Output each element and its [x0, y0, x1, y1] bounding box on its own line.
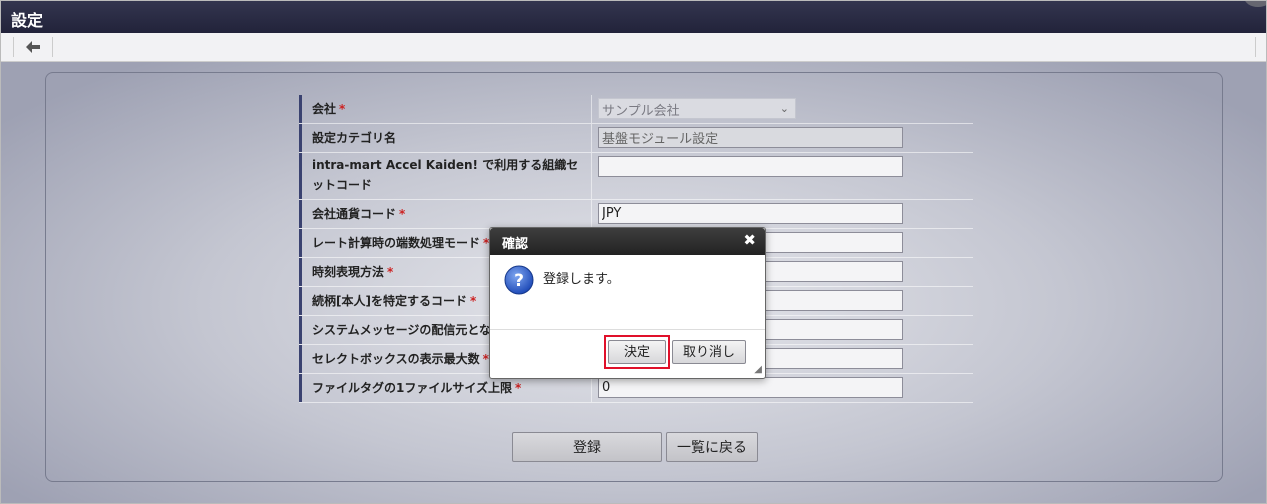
form-row: 会社通貨コード *	[299, 200, 973, 229]
dialog-message: 登録します。	[543, 272, 620, 287]
register-button[interactable]: 登録	[512, 432, 662, 462]
field-input[interactable]	[598, 377, 903, 398]
dialog-header[interactable]: 確認 ✖	[490, 228, 765, 255]
field-value-cell	[591, 124, 973, 152]
field-label-text: 設定カテゴリ名	[312, 131, 397, 145]
svg-text:?: ?	[514, 271, 524, 291]
required-marker: *	[469, 294, 477, 308]
select-value: サンプル会社	[602, 104, 680, 119]
page-title: 設定	[11, 11, 44, 30]
close-icon[interactable]: ✖	[743, 231, 756, 249]
field-label: 会社 *	[299, 95, 591, 123]
resize-grip-icon[interactable]: ◢	[754, 364, 762, 375]
window: 設定 会社*サンプル会社⌄設定カテゴリ名intra-mart Accel Kai…	[0, 0, 1267, 504]
required-marker: *	[399, 207, 406, 221]
arrow-left-icon	[26, 41, 40, 53]
required-marker: *	[339, 102, 346, 116]
dialog-title: 確認	[502, 237, 529, 252]
back-button[interactable]	[13, 37, 53, 57]
field-label-text: システムメッセージの配信元となる	[312, 323, 504, 337]
corner-decoration	[1244, 1, 1266, 7]
field-value-cell	[591, 200, 973, 228]
dialog-footer: 決定 取り消し ◢	[490, 330, 765, 378]
field-label-text: 時刻表現方法	[312, 265, 385, 279]
question-icon: ?	[504, 265, 534, 295]
field-label-text: レート計算時の端数処理モード	[312, 236, 481, 250]
chevron-down-icon: ⌄	[779, 102, 789, 115]
field-value-cell: サンプル会社 ⌄	[591, 95, 973, 123]
confirm-dialog: 確認 ✖ ? 登録します。 決定 取り消し ◢	[489, 227, 766, 379]
field-label-text: 続柄[本人]を特定するコード	[312, 294, 467, 308]
toolbar-divider	[1255, 37, 1256, 57]
field-input[interactable]	[598, 127, 903, 148]
field-label-text: セレクトボックスの表示最大数	[312, 352, 480, 366]
back-to-list-button[interactable]: 一覧に戻る	[666, 432, 758, 462]
company-select[interactable]: サンプル会社 ⌄	[598, 98, 796, 119]
field-value-cell	[591, 153, 973, 199]
title-bar: 設定	[1, 1, 1266, 33]
form-row: 設定カテゴリ名	[299, 124, 973, 153]
field-label-text: intra-mart Accel Kaiden! で利用する組織セットコード	[312, 158, 579, 192]
toolbar	[1, 33, 1266, 62]
required-marker: *	[387, 265, 394, 279]
field-label: intra-mart Accel Kaiden! で利用する組織セットコード	[299, 153, 591, 199]
dialog-body: ? 登録します。	[490, 255, 765, 330]
field-input[interactable]	[598, 203, 903, 224]
form-row: 会社 * サンプル会社 ⌄	[299, 95, 973, 124]
field-label-text: 会社通貨コード	[312, 207, 397, 221]
field-input[interactable]	[598, 156, 903, 177]
form-row: intra-mart Accel Kaiden! で利用する組織セットコード	[299, 153, 973, 200]
field-label-text: 会社	[312, 102, 337, 116]
cancel-button[interactable]: 取り消し	[672, 340, 746, 364]
required-marker: *	[515, 381, 522, 395]
field-label: 設定カテゴリ名	[299, 124, 591, 152]
field-label-text: ファイルタグの1ファイルサイズ上限	[312, 381, 512, 395]
ok-button[interactable]: 決定	[608, 340, 666, 364]
required-marker: *	[482, 352, 489, 366]
field-label: 会社通貨コード *	[299, 200, 591, 228]
